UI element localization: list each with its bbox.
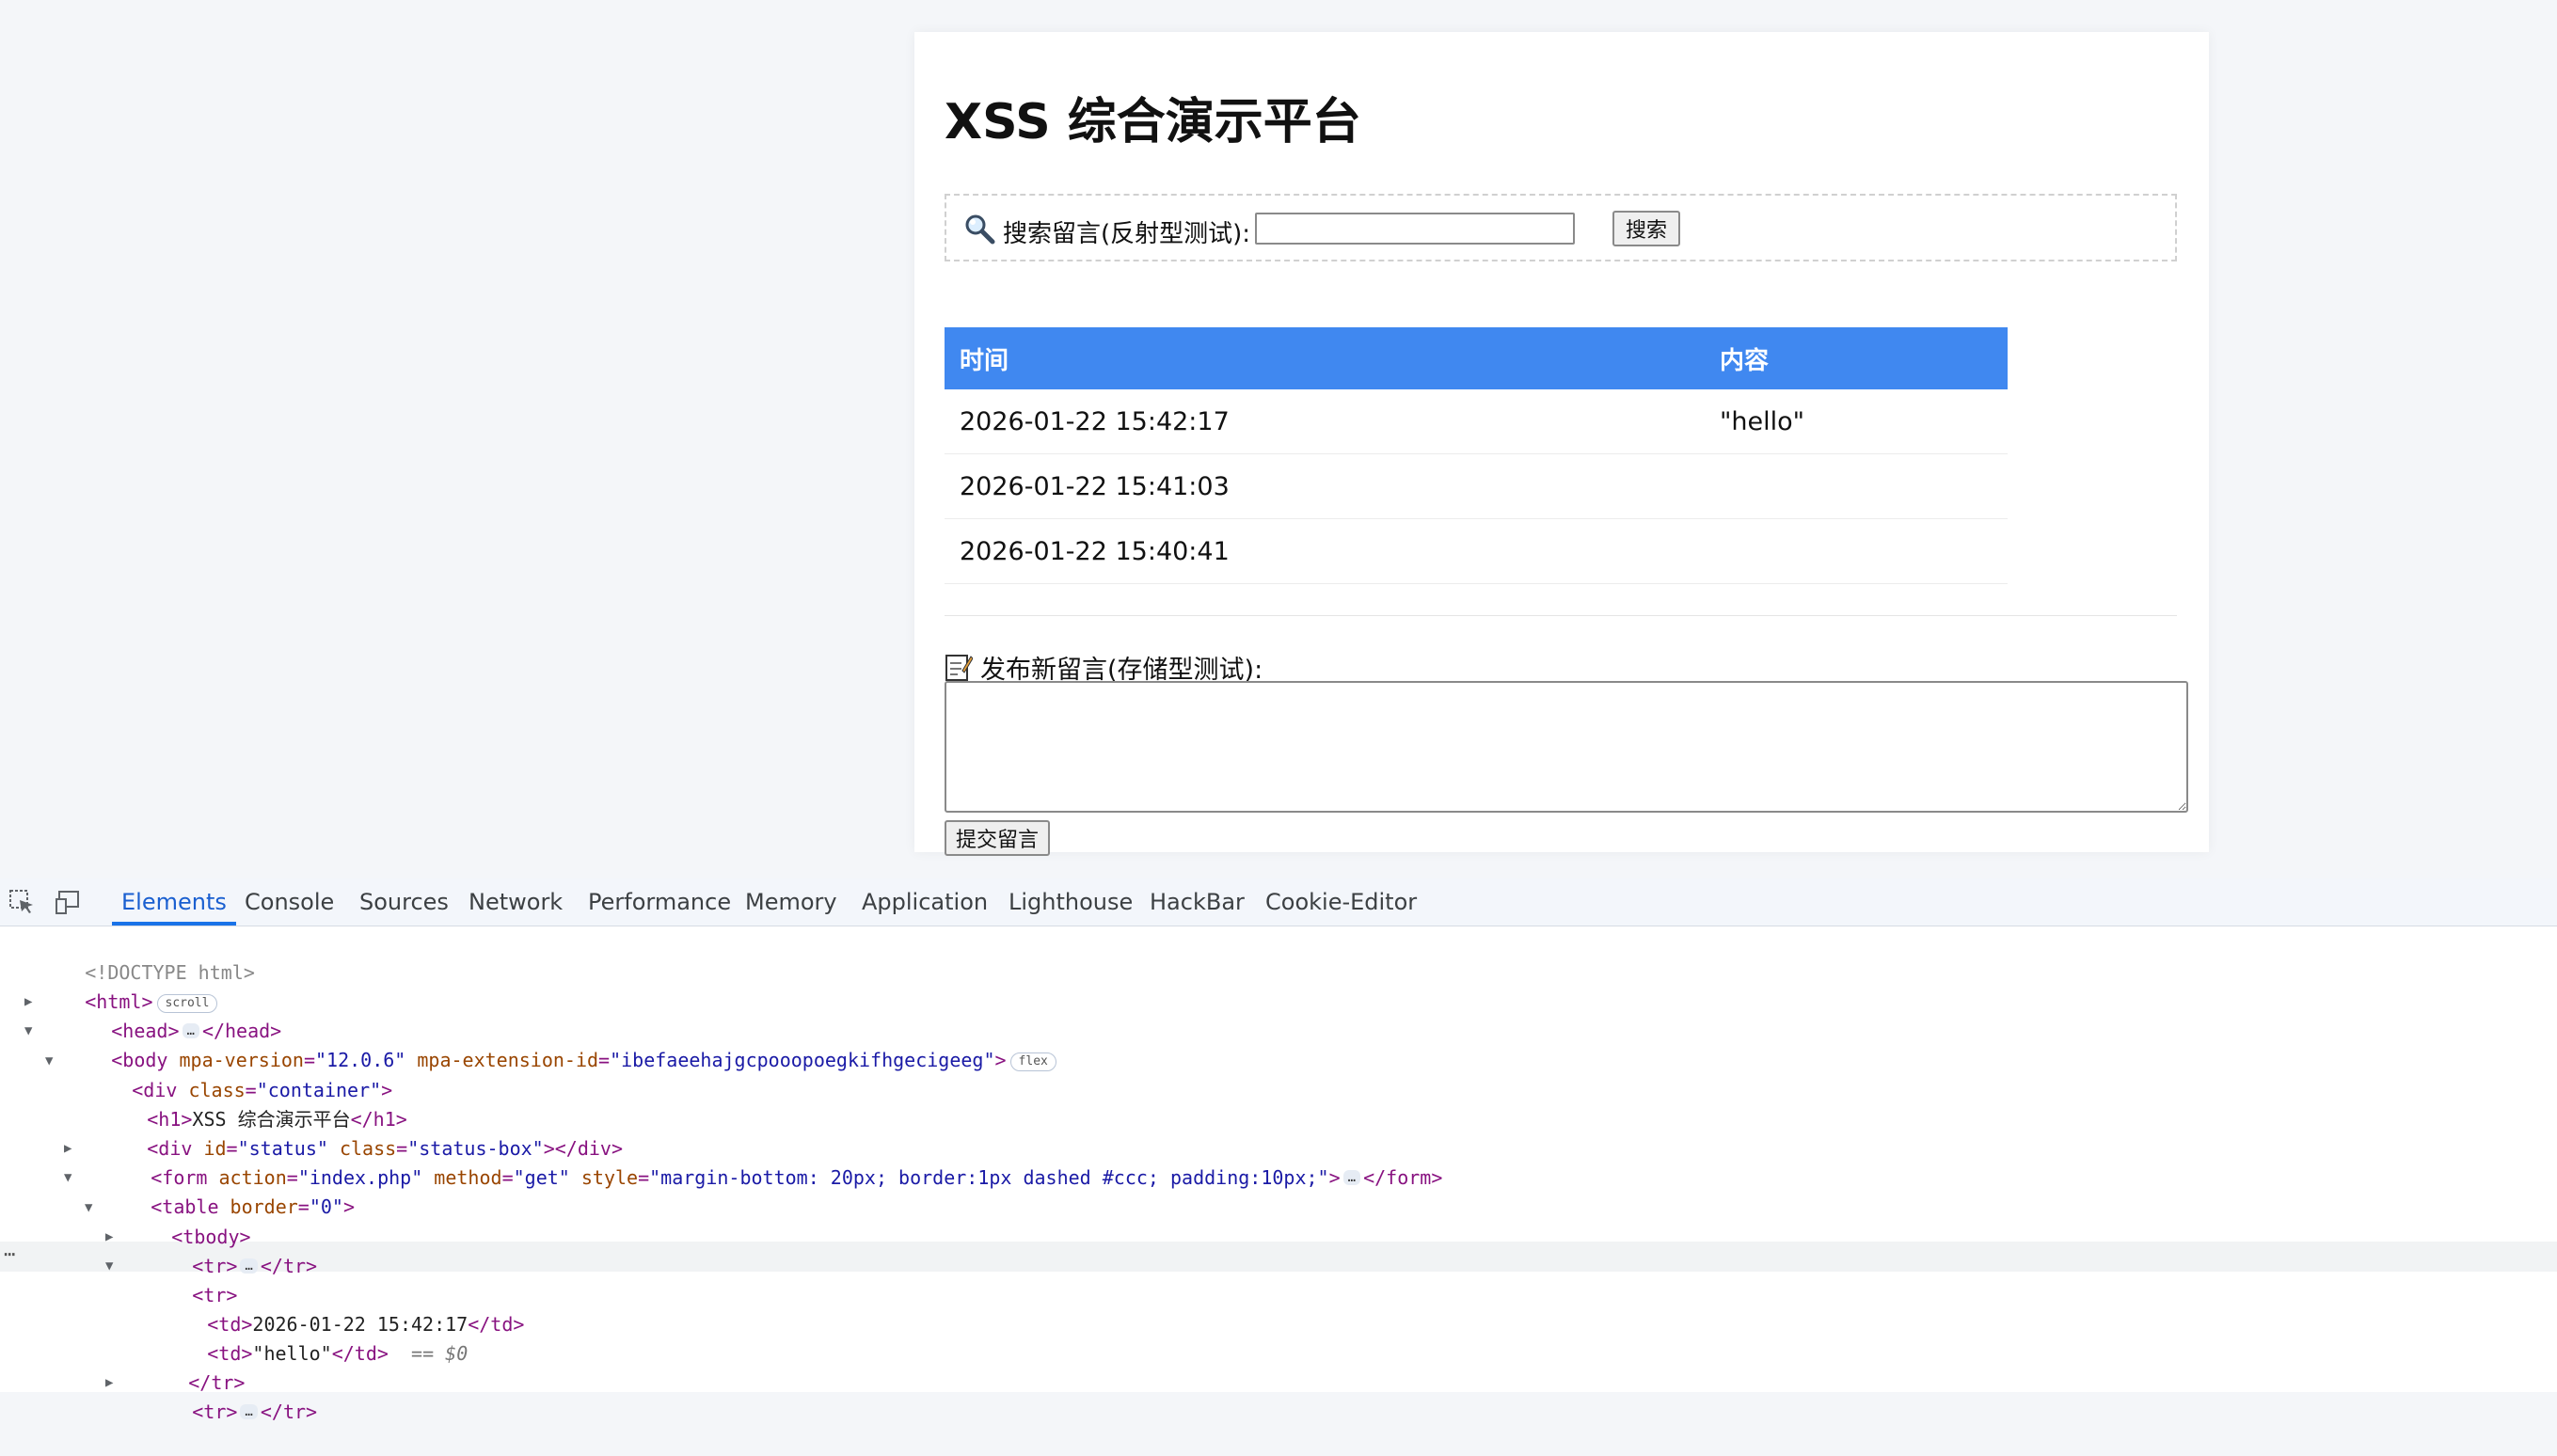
dom-div-container[interactable]: ▼ <div class="container"> bbox=[45, 1047, 392, 1101]
dom-tbody-node[interactable]: ▼ <tbody> bbox=[85, 1194, 251, 1248]
expand-triangle-icon: ▶ bbox=[64, 1141, 72, 1156]
device-toolbar-icon[interactable] bbox=[55, 888, 83, 916]
collapse-triangle-icon: ▼ bbox=[105, 1258, 114, 1274]
dom-tr-node-expanded[interactable]: ▼ <tr> bbox=[105, 1252, 237, 1306]
dom-status-div[interactable]: <div id="status" class="status-box"></di… bbox=[79, 1105, 623, 1160]
message-textarea[interactable] bbox=[945, 681, 2188, 813]
dom-form-node[interactable]: ▶ <form action="index.php" method="get" s… bbox=[64, 1134, 1442, 1189]
dom-body-node[interactable]: ▼ <body mpa-version="12.0.6" mpa-extensio… bbox=[24, 1017, 1056, 1071]
table-row: 2026-01-22 15:42:17 "hello" bbox=[945, 389, 2008, 454]
selected-node-highlight bbox=[0, 1242, 2557, 1272]
table-row: 2026-01-22 15:41:03 bbox=[945, 453, 2008, 519]
page-title: XSS 综合演示平台 bbox=[945, 94, 1361, 150]
memo-icon bbox=[945, 655, 973, 681]
dom-tree: ⋯ <!DOCTYPE html> <html> scroll ▶ <head>… <… bbox=[0, 926, 2557, 1423]
collapse-triangle-icon: ▼ bbox=[85, 1200, 93, 1215]
search-input[interactable] bbox=[1255, 213, 1575, 245]
cell-time: 2026-01-22 15:41:03 bbox=[945, 453, 1705, 519]
dom-td-time[interactable]: <td>2026-01-22 15:42:17</td> bbox=[139, 1281, 524, 1336]
tab-console[interactable]: Console bbox=[245, 878, 334, 926]
tab-lighthouse[interactable]: Lighthouse bbox=[1009, 878, 1133, 926]
collapse-triangle-icon: ▼ bbox=[64, 1170, 72, 1185]
node-actions-icon[interactable]: ⋯ bbox=[4, 1242, 15, 1266]
dom-table-node[interactable]: ▼ <table border="0"> bbox=[64, 1163, 355, 1218]
collapsed-ellipsis: … bbox=[240, 1258, 258, 1274]
cell-time: 2026-01-22 15:42:17 bbox=[945, 389, 1705, 454]
expand-triangle-icon: ▶ bbox=[105, 1229, 114, 1244]
dom-tr-close[interactable]: </tr> bbox=[120, 1339, 245, 1394]
search-label: 搜索留言(反射型测试): bbox=[1003, 220, 1251, 248]
dom-h1-node[interactable]: <h1>XSS 综合演示平台</h1> bbox=[79, 1076, 407, 1131]
inspect-element-icon[interactable] bbox=[8, 888, 36, 916]
search-icon bbox=[965, 214, 995, 245]
collapse-triangle-icon: ▼ bbox=[24, 1023, 33, 1038]
tab-network[interactable]: Network bbox=[469, 878, 563, 926]
tab-cookie-editor[interactable]: Cookie-Editor bbox=[1265, 878, 1417, 926]
tab-memory[interactable]: Memory bbox=[745, 878, 837, 926]
dom-td-content-selected[interactable]: <td>"hello"</td> == $0 bbox=[139, 1310, 468, 1365]
flex-badge[interactable]: flex bbox=[1009, 1052, 1056, 1071]
expand-triangle-icon: ▶ bbox=[24, 994, 33, 1009]
search-button[interactable]: 搜索 bbox=[1612, 211, 1680, 246]
header-time: 时间 bbox=[945, 327, 1705, 389]
dom-tr-node[interactable]: ▶ <tr>… </tr> bbox=[105, 1223, 317, 1277]
divider bbox=[945, 615, 2177, 616]
devtools-toolbar: Elements Console Sources Network Perform… bbox=[0, 878, 2557, 926]
collapsed-ellipsis: … bbox=[1342, 1170, 1361, 1185]
container: XSS 综合演示平台 搜索留言(反射型测试): 搜索 时间 内容 2026-01… bbox=[914, 32, 2209, 856]
search-form: 搜索留言(反射型测试): 搜索 bbox=[945, 194, 2177, 261]
header-content: 内容 bbox=[1705, 327, 2008, 389]
message-table: 时间 内容 2026-01-22 15:42:17 "hello" 2026-0… bbox=[945, 327, 2008, 584]
cell-content bbox=[1705, 453, 2008, 519]
collapsed-ellipsis: … bbox=[240, 1404, 258, 1419]
cell-time: 2026-01-22 15:40:41 bbox=[945, 518, 1705, 584]
table-row: 2026-01-22 15:40:41 bbox=[945, 518, 2008, 584]
devtools-panel: Elements Console Sources Network Perform… bbox=[0, 878, 2557, 1423]
page-viewport: XSS 综合演示平台 搜索留言(反射型测试): 搜索 时间 内容 2026-01… bbox=[0, 0, 2557, 878]
tab-elements[interactable]: Elements bbox=[112, 878, 236, 926]
tab-hackbar[interactable]: HackBar bbox=[1150, 878, 1245, 926]
table-header-row: 时间 内容 bbox=[945, 327, 2008, 389]
tab-sources[interactable]: Sources bbox=[359, 878, 449, 926]
collapse-triangle-icon: ▼ bbox=[45, 1053, 54, 1068]
dom-tr-node[interactable]: ▶ <tr>… </tr> bbox=[105, 1369, 317, 1423]
dom-head-node[interactable]: ▶ <head>… </head> bbox=[24, 988, 281, 1042]
dom-doctype[interactable]: <!DOCTYPE html> bbox=[17, 929, 255, 984]
expand-triangle-icon: ▶ bbox=[105, 1375, 114, 1390]
cell-content: "hello" bbox=[1705, 389, 2008, 454]
dom-html-node[interactable]: <html> scroll bbox=[17, 958, 218, 1013]
submit-button[interactable]: 提交留言 bbox=[945, 820, 1050, 856]
cell-content bbox=[1705, 518, 2008, 584]
tab-performance[interactable]: Performance bbox=[588, 878, 731, 926]
tab-application[interactable]: Application bbox=[862, 878, 988, 926]
